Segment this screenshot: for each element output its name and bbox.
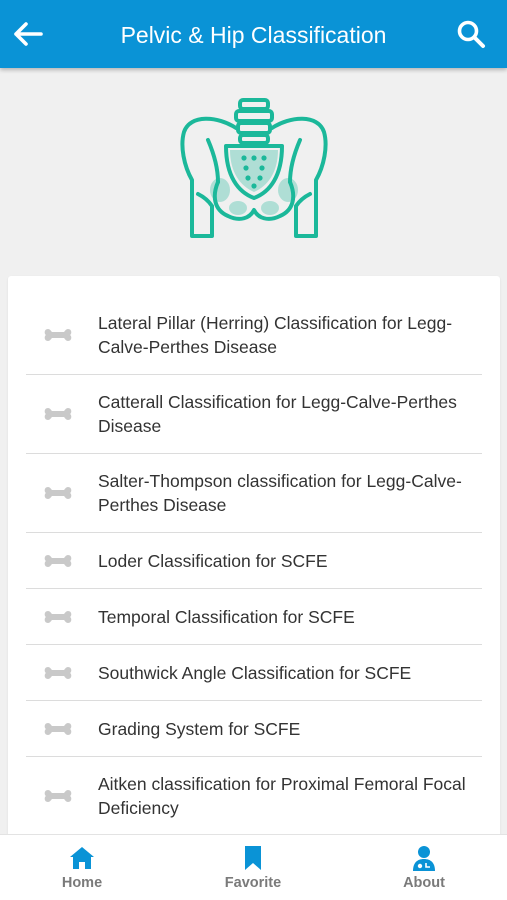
doctor-icon <box>413 846 435 871</box>
list-item-label: Lateral Pillar (Herring) Classification … <box>98 313 453 357</box>
list-item[interactable]: Grading System for SCFE <box>26 701 482 757</box>
bone-icon <box>44 610 72 623</box>
bone-icon <box>44 790 72 802</box>
bone-icon <box>44 408 72 420</box>
classification-list-card: Lateral Pillar (Herring) Classification … <box>8 276 500 846</box>
list-item[interactable]: Southwick Angle Classification for SCFE <box>26 645 482 701</box>
nav-about[interactable]: About <box>364 835 484 900</box>
app-bar: Pelvic & Hip Classification <box>0 0 507 68</box>
bottom-navigation: Home Favorite About <box>0 834 507 900</box>
bone-icon <box>44 329 72 341</box>
list-item-label: Southwick Angle Classification for SCFE <box>98 662 412 683</box>
list-item-label: Aitken classification for Proximal Femor… <box>98 774 466 818</box>
bookmark-icon <box>245 846 261 870</box>
list-item[interactable]: Lateral Pillar (Herring) Classification … <box>26 296 482 375</box>
list-item[interactable]: Temporal Classification for SCFE <box>26 589 482 645</box>
page-title: Pelvic & Hip Classification <box>120 22 387 48</box>
list-item[interactable]: Loder Classification for SCFE <box>26 533 482 589</box>
list-item[interactable]: Salter-Thompson classification for Legg-… <box>26 454 482 533</box>
hero-section <box>0 68 507 273</box>
nav-favorite[interactable]: Favorite <box>193 835 313 900</box>
classification-list: Lateral Pillar (Herring) Classification … <box>26 296 482 836</box>
search-button[interactable] <box>453 14 489 54</box>
bone-icon <box>44 554 72 567</box>
list-item[interactable]: Aitken classification for Proximal Femor… <box>26 757 482 836</box>
list-item-label: Grading System for SCFE <box>98 718 301 739</box>
list-item-label: Loder Classification for SCFE <box>98 550 328 571</box>
bone-icon <box>44 722 72 735</box>
nav-home[interactable]: Home <box>22 835 142 900</box>
list-item-label: Temporal Classification for SCFE <box>98 606 355 627</box>
list-item[interactable]: Catterall Classification for Legg-Calve-… <box>26 375 482 454</box>
nav-home-label: Home <box>61 875 103 891</box>
list-item-label: Salter-Thompson classification for Legg-… <box>98 471 462 515</box>
list-item-label: Catterall Classification for Legg-Calve-… <box>98 392 457 436</box>
bone-icon <box>44 666 72 679</box>
search-icon <box>457 20 485 48</box>
pelvis-icon <box>179 97 328 238</box>
home-icon <box>70 847 94 869</box>
bone-icon <box>44 487 72 499</box>
nav-about-label: About <box>403 875 445 891</box>
nav-favorite-label: Favorite <box>224 875 282 891</box>
